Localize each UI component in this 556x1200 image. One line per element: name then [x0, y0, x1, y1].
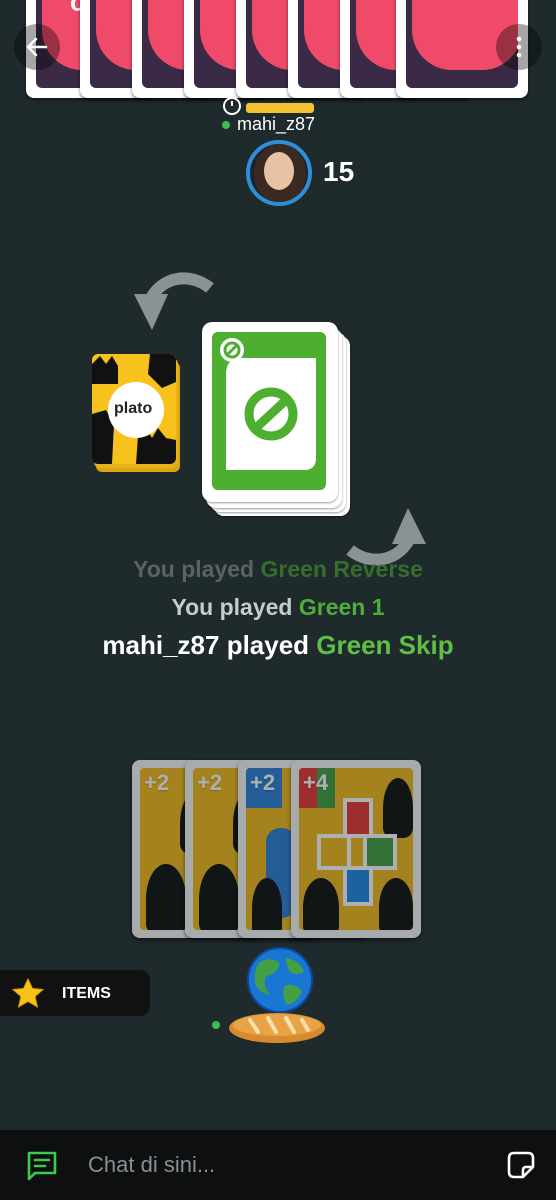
log-line-3: mahi_z87 played Green Skip: [0, 630, 556, 661]
more-options-button[interactable]: [496, 24, 542, 70]
opponent-avatar[interactable]: [246, 140, 312, 206]
timer-icon: [223, 97, 241, 115]
sticker-icon[interactable]: [506, 1150, 536, 1180]
opponent-card-count: 15: [323, 156, 355, 187]
chat-icon[interactable]: [26, 1150, 58, 1182]
log-line-1: You played Green Reverse: [0, 556, 556, 583]
online-status-icon: [222, 121, 230, 129]
back-button[interactable]: [14, 24, 60, 70]
green-skip-card: [212, 332, 326, 490]
direction-arrow-icon: [134, 272, 214, 330]
star-icon: [12, 978, 44, 1008]
bread-icon: [229, 1013, 325, 1043]
log-card-name: Green 1: [298, 594, 385, 620]
items-button[interactable]: ITEMS: [0, 970, 150, 1016]
log-text: You played: [171, 594, 299, 620]
chat-bar: Chat di sini...: [0, 1130, 556, 1200]
draw-pile[interactable]: plato: [92, 354, 180, 472]
log-text: You played: [133, 556, 261, 582]
arrow-left-icon: [26, 37, 48, 57]
log-line-2: You played Green 1: [0, 594, 556, 621]
hand-card-wild-plus4[interactable]: +4: [291, 760, 421, 938]
plato-logo: plato: [114, 400, 153, 417]
chat-input[interactable]: Chat di sini...: [88, 1152, 215, 1178]
log-card-name: Green Skip: [316, 630, 454, 660]
log-text: mahi_z87 played: [102, 630, 317, 660]
globe-avatar-icon[interactable]: [246, 946, 314, 1014]
log-card-name: Green Reverse: [260, 556, 423, 582]
turn-timer-bar: [244, 101, 316, 115]
online-status-icon: [212, 1021, 220, 1029]
more-vertical-icon: [516, 36, 522, 58]
items-label: ITEMS: [62, 985, 111, 1002]
opponent-name: mahi_z87: [237, 114, 316, 134]
